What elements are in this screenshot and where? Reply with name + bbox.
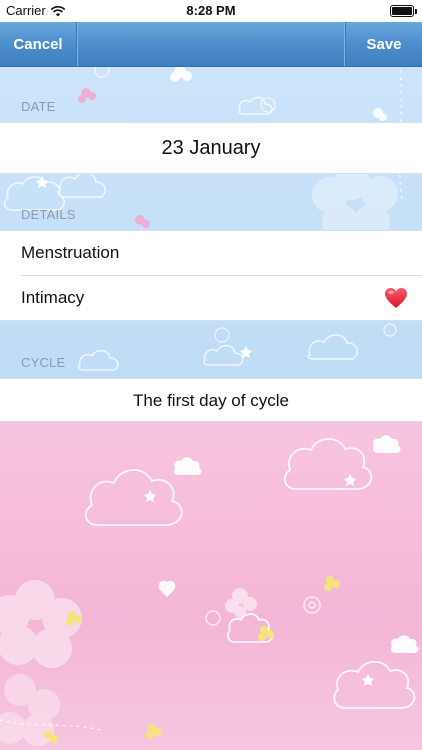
battery-cap [415,9,417,14]
large-flower-bottom-left [0,580,82,668]
date-value: 23 January [161,137,261,159]
details-group: Menstruation Intimacy [0,230,422,321]
battery-level [392,7,412,15]
navigation-bar: Cancel Save [0,22,422,67]
flower-cloud-pattern [0,62,419,746]
date-cell[interactable]: 23 January [0,122,422,174]
cycle-cell[interactable]: The first day of cycle [0,378,422,422]
section-header-date: DATE [21,99,56,114]
menstruation-label: Menstruation [21,243,120,262]
section-header-cycle: CYCLE [21,355,66,370]
details-row-intimacy[interactable]: Intimacy [0,276,422,321]
status-time: 8:28 PM [186,3,236,18]
cycle-value: The first day of cycle [133,391,289,410]
save-button[interactable]: Save [345,22,422,66]
heart-icon [385,288,407,308]
battery-icon [390,5,417,17]
cancel-button[interactable]: Cancel [0,22,77,66]
large-flower-top-right [312,164,398,240]
status-bar: Carrier 8:28 PM [0,0,422,22]
intimacy-label: Intimacy [21,288,85,307]
section-header-details: DETAILS [21,207,76,222]
details-row-menstruation[interactable]: Menstruation [0,231,422,276]
background-decoration [0,0,422,750]
